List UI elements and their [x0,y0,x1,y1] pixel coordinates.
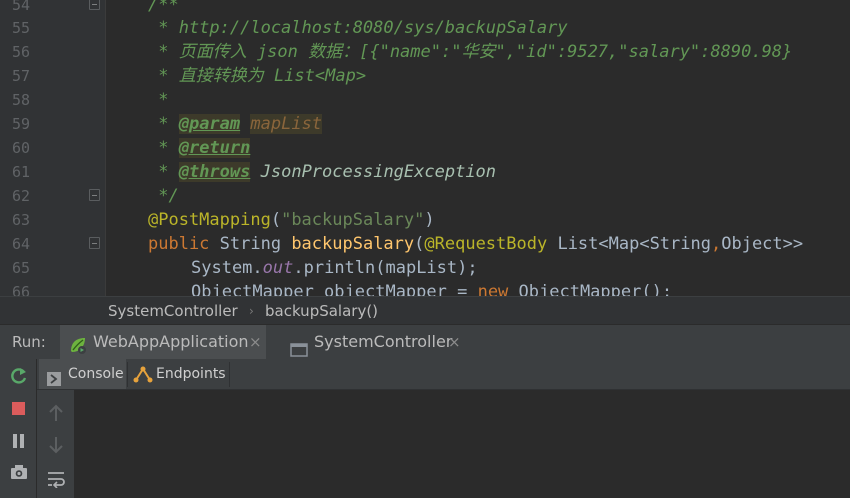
code-text: List<Map<String [547,234,711,254]
comma: , [710,234,722,254]
tab-systemcontroller[interactable]: SystemController × [280,325,470,359]
line-number: 62 [11,187,30,205]
code-line[interactable]: 58 * [0,88,850,112]
fold-marker-icon[interactable] [89,237,100,249]
soft-wrap-icon[interactable] [47,470,65,492]
tab-divider [229,362,230,387]
method-signature: public String backupSalary(@RequestBody … [148,232,803,256]
line-number: 55 [11,19,30,37]
line-number: 56 [11,43,30,61]
tab-label: WebAppApplication [93,332,249,351]
run-label: Run: [12,333,46,351]
comment-prefix: * [148,138,179,158]
static-field: out [262,258,294,278]
line-number: 66 [11,283,30,296]
comment-text: * [148,90,169,110]
comment-text: */ [148,186,179,206]
code-text: String [209,234,292,254]
code-line[interactable]: 55 * http://localhost:8080/sys/backupSal… [0,16,850,40]
tab-divider [127,362,128,387]
code-line[interactable]: 60 * @return [0,136,850,160]
code-line[interactable]: 59 * @param mapList [0,112,850,136]
code-text: .println(mapList); [293,258,478,278]
javadoc-line: * @throws JsonProcessingException [148,160,496,184]
fold-marker-icon[interactable] [89,189,100,201]
method-name: backupSalary [291,234,415,254]
code-line[interactable]: 62 */ [0,184,850,208]
code-line[interactable]: 66 ObjectMapper objectMapper = new Objec… [0,280,850,296]
breadcrumb-item-method[interactable]: backupSalary() [265,297,378,325]
line-number: 60 [11,139,30,157]
fold-marker-icon[interactable] [89,0,100,10]
javadoc-exception: JsonProcessingException [260,162,497,182]
statement: System.out.println(mapList); [191,256,478,280]
code-line[interactable]: 54 /** [0,0,850,17]
line-number: 57 [11,67,30,85]
console-output[interactable] [75,390,850,498]
tab-console[interactable]: Console [39,359,126,389]
console-tabs-bar: Console Endpoints [37,359,850,390]
close-icon[interactable]: × [249,325,262,359]
comment-prefix: * [148,162,179,182]
up-arrow-icon[interactable] [48,404,64,426]
code-text: Object>> [721,234,804,254]
rerun-icon[interactable] [9,366,29,390]
code-text: ObjectMapper(); [508,282,673,296]
javadoc-line: * @return [148,136,251,160]
line-number: 58 [11,91,30,109]
javadoc-param-name: mapList [250,114,323,134]
tab-webappapplication[interactable]: WebAppApplication × [60,325,266,359]
line-number: 54 [11,0,30,14]
line-number: 63 [11,211,30,229]
camera-icon[interactable] [10,464,28,484]
comment-text: * 页面传入 json 数据：[{"name":"华安","id":9527,"… [148,42,793,62]
line-number: 61 [11,163,30,181]
keyword: public [148,234,210,254]
javadoc-tag: @throws [178,162,251,182]
comment-text: /** [148,0,179,15]
subtab-label: Endpoints [156,366,226,382]
comment-text: * http://localhost:8080/sys/backupSalary [148,18,568,38]
annotation: @PostMapping [148,210,271,230]
pause-icon[interactable] [12,433,26,453]
close-icon[interactable]: × [448,325,461,359]
code-line[interactable]: 63 @PostMapping("backupSalary") [0,208,850,232]
code-text: ( [414,234,425,254]
javadoc-line: * @param mapList [148,112,323,136]
subtab-label: Console [68,366,124,382]
code-text: ObjectMapper objectMapper = [191,282,478,296]
run-toolbar: Run: WebAppApplication × SystemControlle… [0,324,850,359]
breadcrumb-item-class[interactable]: SystemController [108,297,238,325]
breadcrumb: SystemController › backupSalary() [0,296,850,324]
statement: ObjectMapper objectMapper = new ObjectMa… [191,280,672,296]
annotation-line: @PostMapping("backupSalary") [148,210,435,230]
tab-label: SystemController [314,332,453,351]
console-actions-bar [37,390,75,498]
keyword: new [477,282,509,296]
code-editor[interactable]: 54 /** 55 * http://localhost:8080/sys/ba… [0,0,850,296]
line-number: 65 [11,259,30,277]
chevron-right-icon: › [249,304,254,318]
code-line[interactable]: 61 * @throws JsonProcessingException [0,160,850,184]
javadoc-tag: @return [178,138,251,158]
code-line[interactable]: 56 * 页面传入 json 数据：[{"name":"华安","id":952… [0,40,850,64]
down-arrow-icon[interactable] [48,436,64,458]
code-line[interactable]: 64 public String backupSalary(@RequestBo… [0,232,850,256]
string-literal: "backupSalary" [281,210,425,230]
stop-icon[interactable] [12,401,26,420]
line-number: 59 [11,115,30,133]
code-line[interactable]: 65 System.out.println(mapList); [0,256,850,280]
code-text: System. [191,258,263,278]
code-line[interactable]: 57 * 直接转换为 List<Map> [0,64,850,88]
line-number: 64 [11,235,30,253]
comment-prefix: * [148,114,179,134]
tab-endpoints[interactable]: Endpoints [129,359,228,389]
comment-text: * 直接转换为 List<Map> [148,66,367,86]
annotation: @RequestBody [424,234,548,254]
run-actions-bar [0,359,37,498]
javadoc-tag: @param [178,114,241,134]
